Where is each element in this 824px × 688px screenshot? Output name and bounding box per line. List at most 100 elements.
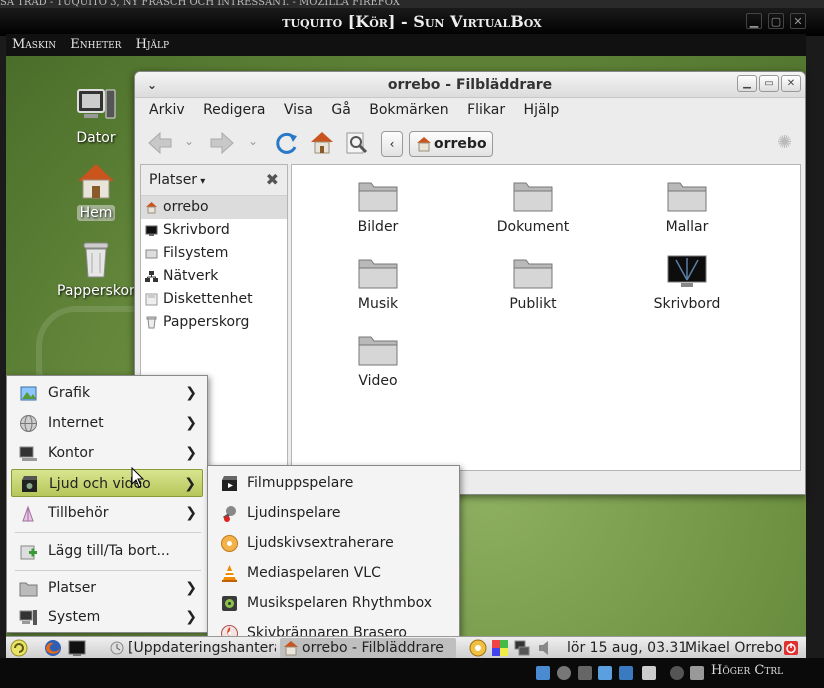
menu-item-internet[interactable]: Internet ❯: [11, 409, 203, 437]
fm-maximize-button[interactable]: ▭: [759, 75, 779, 92]
sidebar-close-icon[interactable]: ✖: [266, 165, 279, 195]
file-item-video[interactable]: Video: [323, 331, 433, 389]
terminal-icon[interactable]: [68, 639, 86, 657]
file-item-label: Video: [358, 373, 398, 389]
submenu-item-label: Filmuppspelare: [247, 475, 354, 491]
vbox-title: tuquito [Kör] - Sun VirtualBox: [282, 12, 542, 31]
sidebar-item-filsystem[interactable]: Filsystem: [141, 242, 287, 265]
submenu-item-filmuppspelare[interactable]: Filmuppspelare: [212, 469, 456, 497]
firefox-icon[interactable]: [44, 639, 62, 657]
chevron-right-icon: ❯: [185, 445, 197, 461]
harddisk-activity-icon[interactable]: [536, 666, 550, 680]
submenu-item-ljudskivsextraherare[interactable]: Ljudskivsextraherare: [212, 529, 456, 557]
fm-close-button[interactable]: ✕: [781, 75, 801, 92]
submenu-item-ljudinspelare[interactable]: Ljudinspelare: [212, 499, 456, 527]
taskbar-update-manager[interactable]: [Uppdateringshanterare]: [106, 638, 276, 658]
host-key-icon[interactable]: [690, 666, 704, 680]
office-icon: [19, 446, 37, 461]
volume-icon[interactable]: [537, 639, 555, 657]
vbox-close-button[interactable]: ✕: [790, 13, 806, 29]
host-window-title: SA TRÅD - TUQUITO 3, NY FRÄSCH OCH INTRE…: [0, 0, 400, 8]
fm-menu-visa[interactable]: Visa: [284, 102, 313, 118]
folder-icon: [667, 182, 707, 212]
taskbar-item-label: [Uppdateringshanterare]: [128, 640, 276, 656]
sidebar-item-orrebo[interactable]: orrebo: [141, 196, 287, 219]
shared-folders-icon[interactable]: [619, 666, 633, 680]
fm-minimize-button[interactable]: ▁: [737, 75, 757, 92]
vbox-maximize-button[interactable]: ▢: [768, 13, 784, 29]
location-back-button[interactable]: ‹: [381, 131, 403, 157]
system-icon: [19, 610, 37, 625]
network-adapter-icon[interactable]: [598, 666, 612, 680]
fm-menu-ga[interactable]: Gå: [331, 102, 350, 118]
back-arrow-icon[interactable]: [147, 130, 173, 156]
fm-menu-redigera[interactable]: Redigera: [203, 102, 265, 118]
file-item-dokument[interactable]: Dokument: [478, 177, 588, 235]
clock[interactable]: lör 15 aug, 03.31: [567, 637, 687, 659]
back-history-chevron-icon[interactable]: ⌄: [184, 134, 194, 148]
file-item-label: Publikt: [509, 296, 557, 312]
taskbar-file-manager[interactable]: orrebo - Filbläddrare: [280, 638, 456, 658]
home-icon[interactable]: [309, 130, 335, 156]
sidebar-item-skrivbord[interactable]: Skrivbord: [141, 219, 287, 242]
menu-item-label: Kontor: [48, 445, 94, 461]
menu-item-ljud-och-video[interactable]: Ljud och video ❯: [11, 469, 203, 497]
submenu-item-musikspelaren-rhythmbox[interactable]: Musikspelaren Rhythmbox: [212, 589, 456, 617]
fm-menu-hjalp[interactable]: Hjälp: [524, 102, 560, 118]
search-icon[interactable]: [344, 130, 370, 156]
floppy-icon: [145, 293, 158, 306]
fm-menu-flikar[interactable]: Flikar: [467, 102, 505, 118]
rhythmbox-icon: [222, 596, 237, 611]
vbox-menu-maskin[interactable]: Maskin: [12, 37, 56, 52]
virtualization-icon[interactable]: [642, 666, 656, 680]
main-menu-icon[interactable]: [10, 639, 28, 657]
menu-item-system[interactable]: System ❯: [11, 603, 203, 631]
menu-item-kontor[interactable]: Kontor ❯: [11, 439, 203, 467]
forward-history-chevron-icon[interactable]: ⌄: [248, 134, 258, 148]
menu-item-tillbehor[interactable]: Tillbehör ❯: [11, 499, 203, 527]
sidebar-item-label: orrebo: [163, 199, 209, 215]
forward-arrow-icon[interactable]: [209, 130, 235, 156]
vbox-menubar: Maskin Enheter Hjälp: [6, 34, 806, 56]
menu-item-platser[interactable]: Platser ❯: [11, 574, 203, 602]
file-item-skrivbord[interactable]: Skrivbord: [632, 254, 742, 312]
file-item-label: Dokument: [496, 219, 570, 235]
fm-menu-arkiv[interactable]: Arkiv: [149, 102, 185, 118]
menu-item-lagg-till-ta-bort[interactable]: Lägg till/Ta bort...: [11, 537, 203, 565]
menu-separator: [15, 570, 201, 571]
pidgin-icon[interactable]: [491, 639, 509, 657]
file-item-publikt[interactable]: Publikt: [478, 254, 588, 312]
file-item-musik[interactable]: Musik: [323, 254, 433, 312]
sidebar-item-papperskorg[interactable]: Papperskorg: [141, 311, 287, 334]
vbox-menu-enheter[interactable]: Enheter: [70, 37, 121, 52]
location-crumb-button[interactable]: orrebo: [409, 131, 493, 157]
fm-menu-bokmarken[interactable]: Bokmärken: [369, 102, 448, 118]
sidebar-item-natverk[interactable]: Nätverk: [141, 265, 287, 288]
menu-separator: [15, 532, 201, 533]
chevron-down-icon[interactable]: ▾: [197, 176, 205, 187]
vbox-titlebar[interactable]: tuquito [Kör] - Sun VirtualBox: [0, 8, 824, 36]
network-manager-icon[interactable]: [513, 639, 531, 657]
file-item-mallar[interactable]: Mallar: [632, 177, 742, 235]
usb-icon[interactable]: [578, 666, 592, 680]
network-icon: [145, 271, 158, 282]
sidebar-places-dropdown[interactable]: Platser: [149, 172, 197, 188]
desktop-icon-hem[interactable]: Hem: [54, 161, 138, 221]
user-name[interactable]: Mikael Orrebo: [685, 637, 782, 659]
chat-status-icon[interactable]: [469, 639, 487, 657]
vbox-minimize-button[interactable]: ▁: [746, 13, 762, 29]
submenu-item-mediaspelaren-vlc[interactable]: Mediaspelaren VLC: [212, 559, 456, 587]
vbox-menu-hjalp[interactable]: Hjälp: [136, 37, 169, 52]
chevron-right-icon: ❯: [185, 415, 197, 431]
file-item-bilder[interactable]: Bilder: [323, 177, 433, 235]
mouse-integration-icon[interactable]: [670, 666, 684, 680]
sidebar-item-diskettenhet[interactable]: Diskettenhet: [141, 288, 287, 311]
desktop-icon-papperskorg[interactable]: Papperskorg: [54, 239, 143, 299]
shutdown-icon[interactable]: [782, 639, 800, 657]
fm-titlebar[interactable]: ⌄ orrebo - Filbläddrare ▁ ▭ ✕: [135, 72, 805, 98]
reload-icon[interactable]: [274, 130, 300, 156]
desktop-icon-dator[interactable]: Dator: [54, 86, 138, 146]
cdrom-icon[interactable]: [557, 666, 571, 680]
window-menu-chevron-icon[interactable]: ⌄: [147, 72, 157, 98]
menu-item-grafik[interactable]: Grafik ❯: [11, 379, 203, 407]
